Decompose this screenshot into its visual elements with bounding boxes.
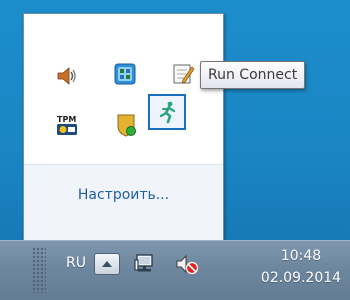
clock-time: 10:48 <box>280 248 322 264</box>
chevron-up-icon <box>102 261 112 267</box>
volume-icon[interactable] <box>54 62 82 90</box>
volume-muted-icon[interactable] <box>174 252 200 278</box>
tpm-icon-label: TPM <box>57 115 76 124</box>
system-clock[interactable]: 10:48 02.09.2014 <box>255 246 347 288</box>
language-indicator[interactable]: RU <box>66 255 86 271</box>
flyout-footer <box>24 164 223 242</box>
tpm-icon[interactable]: TPM <box>54 112 82 140</box>
notepad-edit-icon[interactable] <box>169 60 197 88</box>
taskbar-grip[interactable] <box>32 247 46 293</box>
run-connect-tooltip: Run Connect <box>200 61 306 89</box>
calculator-app-icon[interactable] <box>111 60 139 88</box>
notification-area-overflow-panel: TPM Настроить... <box>23 13 224 243</box>
shield-security-icon[interactable] <box>112 111 140 139</box>
clock-date: 02.09.2014 <box>260 270 342 286</box>
show-hidden-icons-button[interactable] <box>94 253 120 275</box>
customize-link[interactable]: Настроить... <box>24 187 223 203</box>
run-connect-icon[interactable] <box>153 98 183 128</box>
network-icon[interactable] <box>132 251 158 277</box>
